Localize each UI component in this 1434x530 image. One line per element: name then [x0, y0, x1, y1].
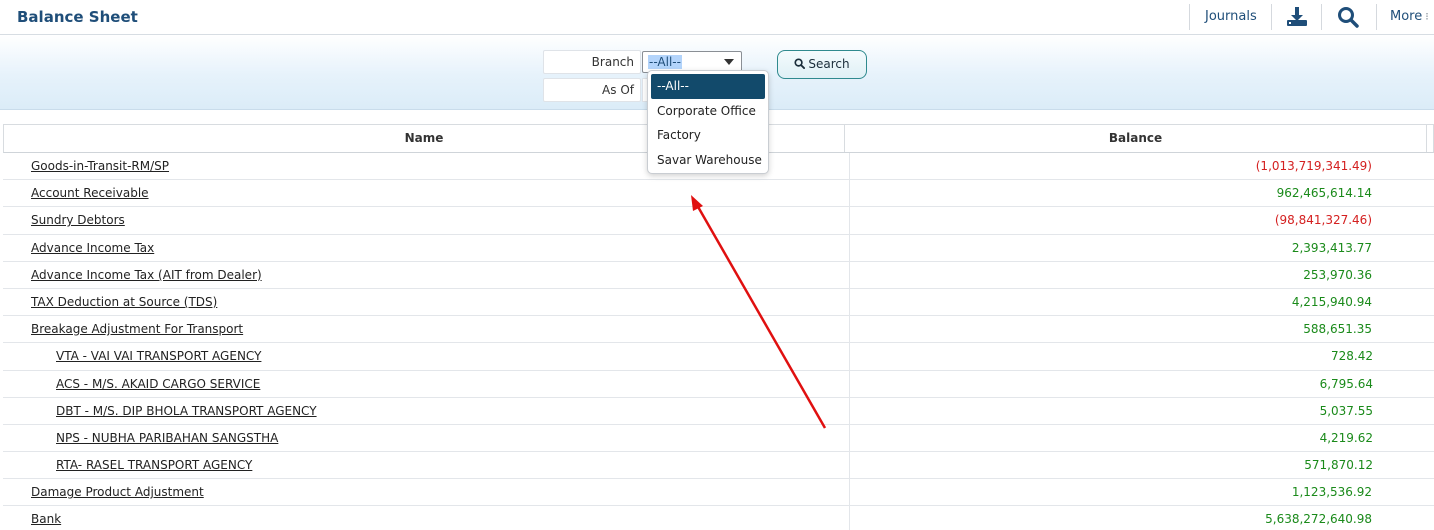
balance-value: 962,465,614.14 — [1276, 186, 1372, 201]
balance-value: 5,638,272,640.98 — [1265, 512, 1372, 527]
branch-option-all[interactable]: --All-- — [651, 74, 765, 99]
column-divider — [849, 424, 850, 452]
branch-option-factory[interactable]: Factory — [648, 123, 768, 148]
account-name-link[interactable]: Advance Income Tax (AIT from Dealer) — [31, 262, 262, 288]
account-name-link[interactable]: ACS - M/S. AKAID CARGO SERVICE — [56, 371, 260, 397]
column-divider — [849, 479, 850, 506]
table-body: Goods-in-Transit-RM/SP (1,013,719,341.49)… — [3, 153, 1434, 530]
column-divider — [849, 397, 850, 424]
table-row: ACS - M/S. AKAID CARGO SERVICE 6,795.64 — [3, 370, 1434, 398]
balance-value: 588,651.35 — [1303, 322, 1372, 337]
account-name-link[interactable]: Breakage Adjustment For Transport — [31, 316, 243, 342]
table-row: NPS - NUBHA PARIBAHAN SANGSTHA 4,219.62 — [3, 424, 1434, 453]
balance-table: Name Balance Goods-in-Transit-RM/SP (1,01… — [3, 124, 1434, 530]
header-divider — [1271, 4, 1272, 30]
table-row: RTA- RASEL TRANSPORT AGENCY 571,870.12 — [3, 452, 1434, 480]
header-divider — [1376, 4, 1377, 30]
balance-value: 6,795.64 — [1319, 376, 1373, 391]
balance-value: (98,841,327.46) — [1274, 213, 1372, 228]
search-button[interactable]: Search — [777, 50, 867, 79]
branch-dropdown-list: --All-- Corporate Office Factory Savar W… — [647, 70, 769, 174]
table-row: DBT - M/S. DIP BHOLA TRANSPORT AGENCY 5,0… — [3, 397, 1434, 425]
balance-value: 728.42 — [1331, 349, 1373, 364]
account-name-link[interactable]: DBT - M/S. DIP BHOLA TRANSPORT AGENCY — [56, 398, 317, 424]
table-row: Breakage Adjustment For Transport 588,651… — [3, 316, 1434, 344]
journals-link[interactable]: Journals — [1205, 9, 1257, 24]
branch-label: Branch — [543, 50, 641, 74]
header-divider — [1189, 4, 1190, 30]
balance-value: 5,037.55 — [1319, 403, 1373, 418]
column-divider — [849, 506, 850, 530]
column-divider — [849, 207, 850, 234]
column-divider — [849, 261, 850, 288]
balance-value: 1,123,536.92 — [1291, 485, 1372, 500]
table-row: VTA - VAI VAI TRANSPORT AGENCY 728.42 — [3, 343, 1434, 371]
account-name-link[interactable]: Advance Income Tax — [31, 235, 154, 261]
account-name-link[interactable]: TAX Deduction at Source (TDS) — [31, 289, 217, 315]
column-divider — [849, 370, 850, 397]
more-menu[interactable]: More ⁝ — [1390, 9, 1429, 24]
account-name-link[interactable]: Goods-in-Transit-RM/SP — [31, 153, 169, 179]
account-name-link[interactable]: VTA - VAI VAI TRANSPORT AGENCY — [56, 343, 261, 369]
balance-value: (1,013,719,341.49) — [1255, 159, 1372, 173]
balance-value: 571,870.12 — [1304, 458, 1373, 473]
column-divider — [849, 288, 850, 316]
account-name-link[interactable]: Damage Product Adjustment — [31, 479, 204, 505]
magnifier-icon[interactable] — [1336, 5, 1360, 29]
account-name-link[interactable]: Account Receivable — [31, 180, 149, 206]
page-title: Balance Sheet — [17, 8, 138, 26]
search-icon — [794, 58, 806, 69]
table-row: Sundry Debtors (98,841,327.46) — [3, 207, 1434, 235]
account-name-link[interactable]: Bank — [31, 506, 61, 530]
chevron-down-icon — [724, 59, 734, 65]
balance-value: 2,393,413.77 — [1291, 240, 1372, 255]
page-header: Balance Sheet Journals More ⁝ — [0, 0, 1434, 35]
balance-value: 253,970.36 — [1303, 267, 1372, 282]
more-label: More — [1390, 9, 1423, 24]
branch-selected-value: --All-- — [648, 55, 682, 69]
table-row: TAX Deduction at Source (TDS) 4,215,940.9… — [3, 288, 1434, 317]
column-divider — [849, 452, 850, 479]
account-name-link[interactable]: NPS - NUBHA PARIBAHAN SANGSTHA — [56, 425, 278, 451]
table-row: Advance Income Tax 2,393,413.77 — [3, 234, 1434, 262]
branch-option-corporate-office[interactable]: Corporate Office — [648, 99, 768, 124]
asof-label: As Of — [543, 78, 641, 102]
table-row: Bank 5,638,272,640.98 — [3, 506, 1434, 530]
balance-value: 4,219.62 — [1319, 430, 1373, 445]
balance-value: 4,215,940.94 — [1291, 294, 1372, 309]
more-dots-icon: ⁝ — [1425, 10, 1429, 23]
header-divider — [1321, 4, 1322, 30]
branch-option-savar-warehouse[interactable]: Savar Warehouse — [648, 148, 768, 173]
account-name-link[interactable]: RTA- RASEL TRANSPORT AGENCY — [56, 452, 252, 478]
column-divider — [849, 316, 850, 343]
account-name-link[interactable]: Sundry Debtors — [31, 207, 125, 233]
column-divider — [849, 343, 850, 370]
table-row: Damage Product Adjustment 1,123,536.92 — [3, 479, 1434, 507]
column-header-balance[interactable]: Balance — [845, 125, 1427, 152]
column-divider — [849, 153, 850, 180]
column-divider — [849, 234, 850, 261]
column-divider — [849, 180, 850, 207]
table-row: Account Receivable 962,465,614.14 — [3, 180, 1434, 208]
search-button-label: Search — [808, 57, 850, 71]
download-icon[interactable] — [1285, 5, 1309, 29]
table-row: Advance Income Tax (AIT from Dealer) 253,… — [3, 261, 1434, 289]
